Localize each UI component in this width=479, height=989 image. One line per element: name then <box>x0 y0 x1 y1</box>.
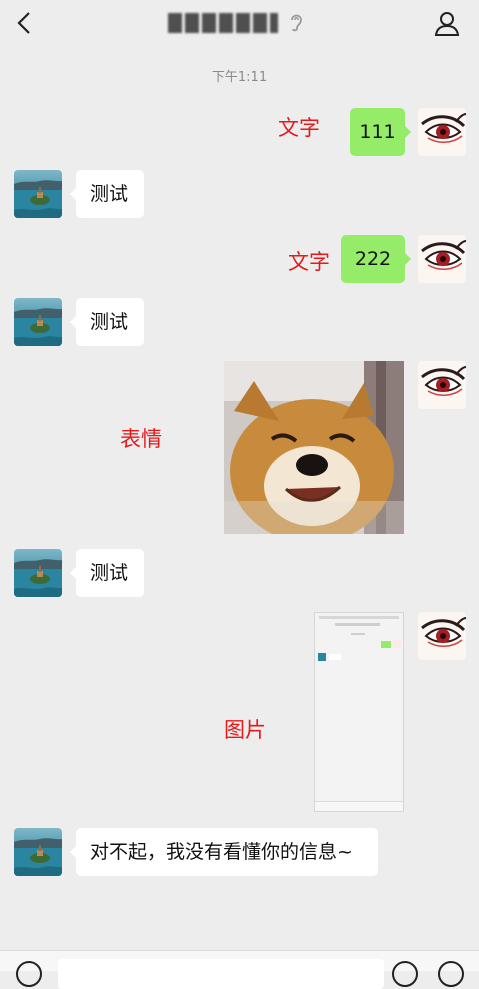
voice-icon[interactable] <box>16 961 42 987</box>
person-icon[interactable] <box>432 8 462 38</box>
message-bubble-received[interactable]: 测试 <box>70 549 144 597</box>
contact-avatar[interactable] <box>14 828 62 876</box>
annotation-text-label: 文字 <box>278 116 320 140</box>
screenshot-image[interactable] <box>314 612 404 812</box>
message-bubble-sent[interactable]: 222 <box>341 235 411 283</box>
timestamp: 下午1:11 <box>211 70 268 85</box>
annotation-sticker-label: 表情 <box>120 427 162 451</box>
chat-title <box>168 13 278 33</box>
chevron-left-icon[interactable] <box>10 8 40 38</box>
chat-header <box>0 0 479 48</box>
my-avatar[interactable] <box>418 612 466 660</box>
message-bubble-received[interactable]: 测试 <box>70 298 144 346</box>
contact-avatar[interactable] <box>14 549 62 597</box>
emoji-icon[interactable] <box>392 961 418 987</box>
annotation-image-label: 图片 <box>224 718 266 742</box>
contact-avatar[interactable] <box>14 170 62 218</box>
my-avatar[interactable] <box>418 361 466 409</box>
message-bubble-sent[interactable]: 111 <box>350 108 411 156</box>
sticker-image[interactable] <box>224 361 404 534</box>
annotation-text-label: 文字 <box>288 250 330 274</box>
message-input[interactable] <box>58 959 384 989</box>
my-avatar[interactable] <box>418 235 466 283</box>
my-avatar[interactable] <box>418 108 466 156</box>
message-bubble-received[interactable]: 测试 <box>70 170 144 218</box>
contact-avatar[interactable] <box>14 298 62 346</box>
message-bubble-received[interactable]: 对不起，我没有看懂你的信息~ <box>70 828 378 876</box>
plus-icon[interactable] <box>438 961 464 987</box>
input-bar <box>0 950 479 989</box>
ear-icon <box>285 10 307 34</box>
